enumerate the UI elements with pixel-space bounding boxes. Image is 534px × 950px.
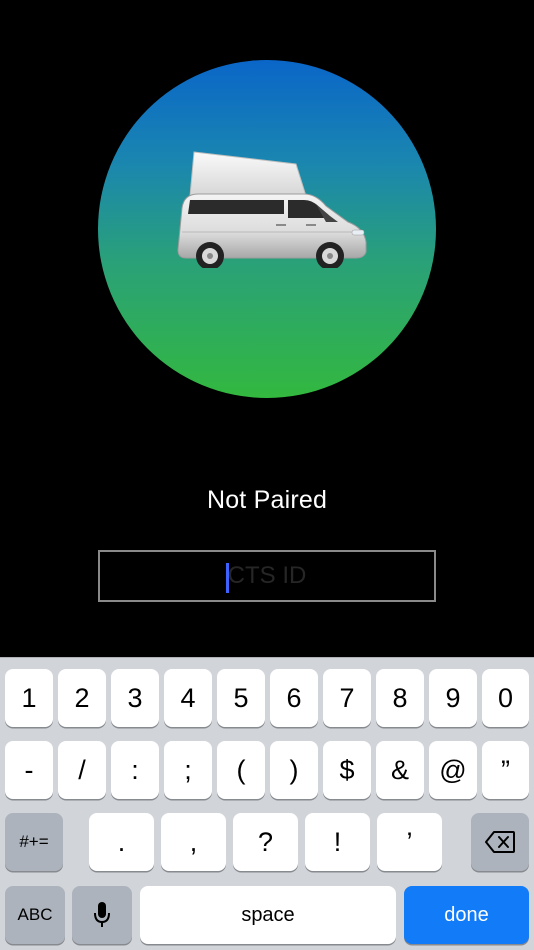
key-5[interactable]: 5 — [217, 669, 265, 727]
key-1[interactable]: 1 — [5, 669, 53, 727]
key-colon[interactable]: : — [111, 741, 159, 799]
key-semicolon[interactable]: ; — [164, 741, 212, 799]
text-caret — [226, 563, 229, 593]
key-comma[interactable]: , — [161, 813, 226, 871]
abc-key[interactable]: ABC — [5, 886, 65, 944]
key-7[interactable]: 7 — [323, 669, 371, 727]
microphone-icon — [94, 902, 110, 927]
numeric-keyboard: 1 2 3 4 5 6 7 8 9 0 - / : ; ( ) $ & @ ” … — [0, 657, 534, 950]
key-4[interactable]: 4 — [164, 669, 212, 727]
key-label: 5 — [233, 682, 249, 713]
key-label: ( — [236, 754, 246, 785]
key-label: ! — [333, 826, 342, 857]
key-6[interactable]: 6 — [270, 669, 318, 727]
key-label: ? — [257, 826, 274, 857]
key-label: done — [444, 903, 489, 926]
hero-circle — [98, 60, 436, 398]
key-ampersand[interactable]: & — [376, 741, 424, 799]
done-key[interactable]: done — [404, 886, 529, 944]
key-label: 2 — [74, 682, 90, 713]
key-apostrophe[interactable]: ’ — [377, 813, 442, 871]
key-label: #+= — [19, 832, 49, 851]
delete-key[interactable] — [471, 813, 529, 871]
key-dollar[interactable]: $ — [323, 741, 371, 799]
symbols-toggle-key[interactable]: #+= — [5, 813, 63, 871]
key-label: 3 — [127, 682, 143, 713]
key-label: 7 — [339, 682, 355, 713]
key-label: @ — [439, 754, 467, 785]
key-open-paren[interactable]: ( — [217, 741, 265, 799]
key-label: 6 — [286, 682, 302, 713]
key-label: & — [390, 754, 409, 785]
key-label: space — [241, 903, 295, 926]
key-period[interactable]: . — [89, 813, 154, 871]
key-label: 4 — [180, 682, 196, 713]
key-label: ’ — [406, 826, 413, 857]
key-9[interactable]: 9 — [429, 669, 477, 727]
key-slash[interactable]: / — [58, 741, 106, 799]
key-label: / — [78, 754, 86, 785]
cts-id-input[interactable] — [100, 552, 434, 600]
key-2[interactable]: 2 — [58, 669, 106, 727]
key-exclamation[interactable]: ! — [305, 813, 370, 871]
camper-van-icon — [176, 150, 368, 270]
backspace-icon — [485, 831, 515, 853]
space-key[interactable]: space — [140, 886, 396, 944]
dictation-key[interactable] — [72, 886, 132, 944]
key-label: , — [189, 826, 198, 857]
key-label: 0 — [497, 682, 514, 713]
key-label: $ — [339, 754, 355, 785]
key-3[interactable]: 3 — [111, 669, 159, 727]
key-label: : — [131, 754, 139, 785]
key-label: 8 — [392, 682, 408, 713]
key-label: ; — [184, 754, 192, 785]
key-label: ) — [289, 754, 299, 785]
key-label: 9 — [445, 682, 461, 713]
key-label: 1 — [21, 682, 37, 713]
key-question[interactable]: ? — [233, 813, 298, 871]
key-label: ABC — [17, 905, 53, 924]
key-8[interactable]: 8 — [376, 669, 424, 727]
pairing-status: Not Paired — [206, 486, 328, 514]
key-quote[interactable]: ” — [482, 741, 529, 799]
cts-id-field-frame — [98, 550, 436, 602]
key-hyphen[interactable]: - — [5, 741, 53, 799]
key-close-paren[interactable]: ) — [270, 741, 318, 799]
key-0[interactable]: 0 — [482, 669, 529, 727]
key-at[interactable]: @ — [429, 741, 477, 799]
key-label: - — [24, 754, 34, 785]
key-label: ” — [501, 754, 510, 785]
key-label: . — [117, 826, 126, 857]
